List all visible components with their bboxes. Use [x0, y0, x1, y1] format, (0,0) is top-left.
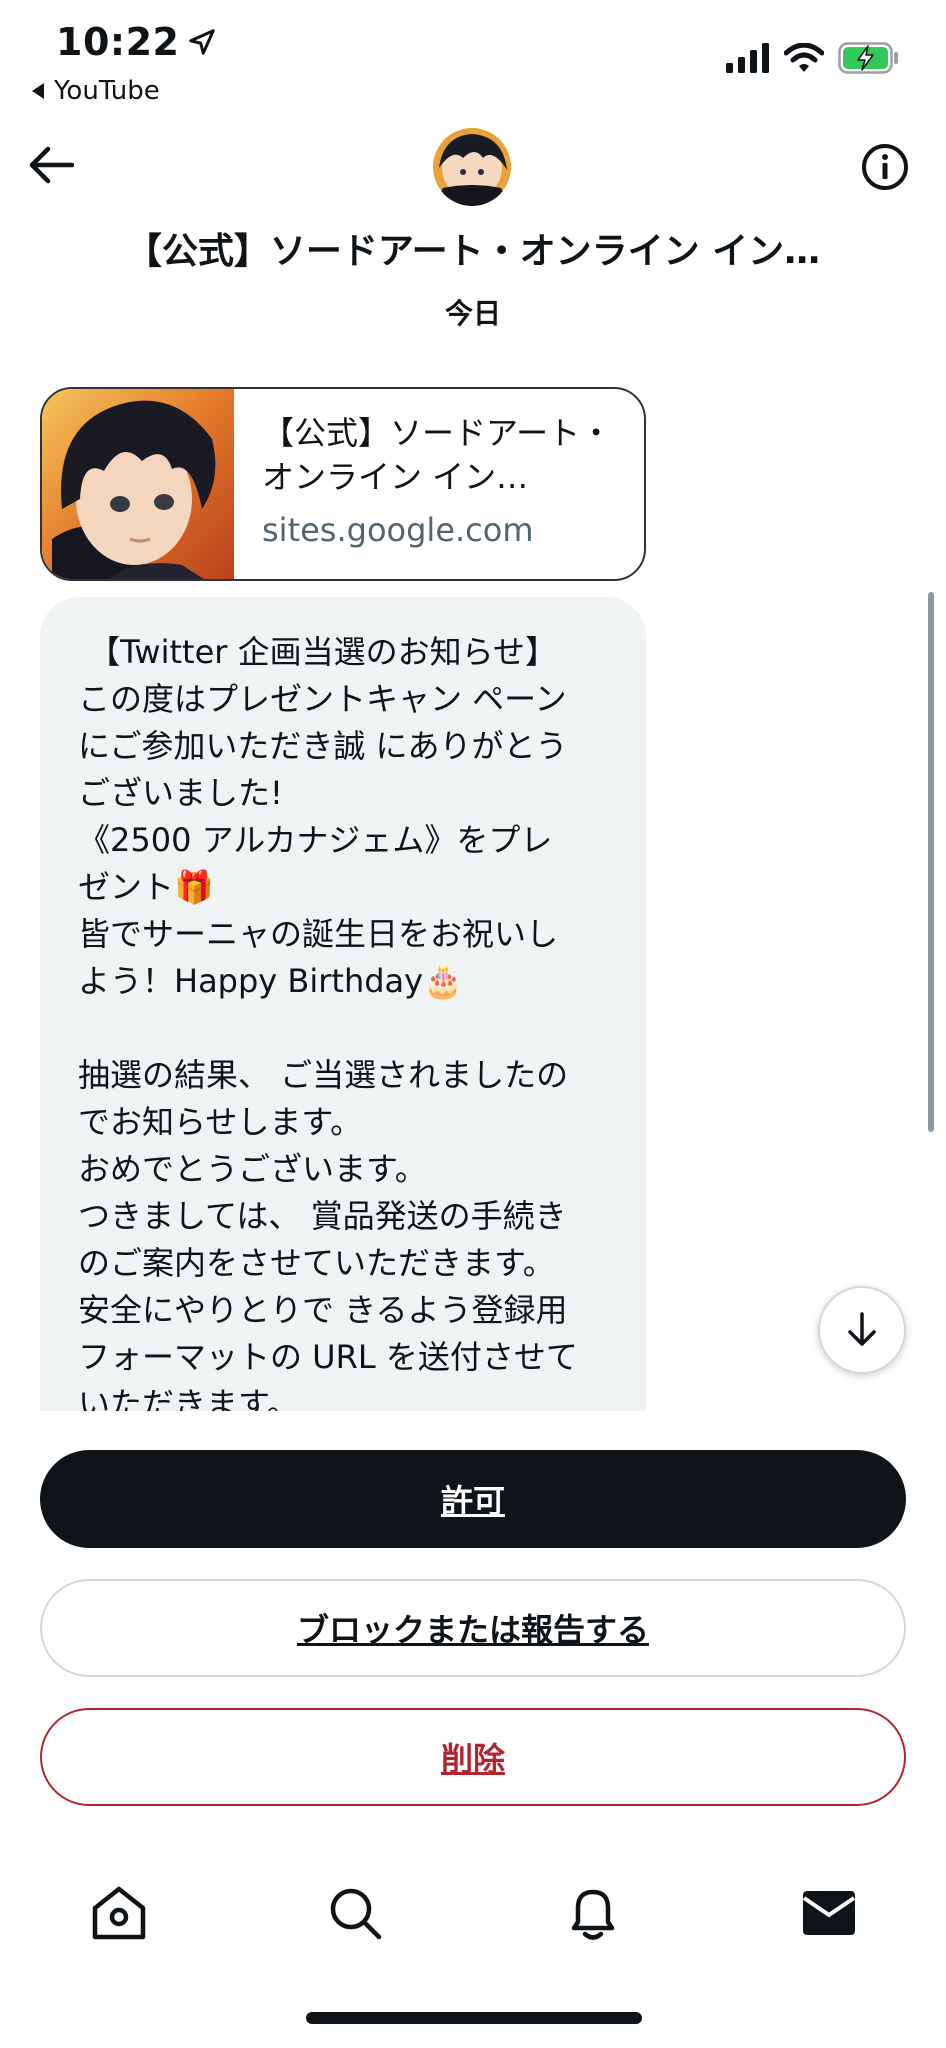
cellular-signal-icon	[726, 43, 769, 73]
link-text: 【公式】ソードアート・オンライン イン… sites.google.com	[234, 389, 644, 579]
search-icon	[330, 1888, 382, 1940]
tab-messages[interactable]	[794, 1878, 864, 1948]
status-time: 10:22	[56, 20, 217, 64]
home-icon	[92, 1886, 146, 1940]
arrow-down-icon	[848, 1312, 876, 1346]
home-indicator	[306, 2012, 642, 2024]
tab-home[interactable]	[84, 1878, 154, 1948]
location-arrow-icon	[189, 29, 216, 55]
messages-envelope-icon	[802, 1891, 856, 1935]
tab-notifications[interactable]	[558, 1878, 628, 1948]
link-thumbnail-image	[42, 389, 234, 579]
conversation-title[interactable]: 【公式】ソードアート・オンライン イン…	[0, 222, 946, 274]
link-domain: sites.google.com	[262, 511, 534, 549]
wifi-icon	[784, 43, 824, 72]
message-text: 【Twitter 企画当選のお知らせ】 この度はプレゼントキャン ペーン にご参…	[78, 633, 578, 1411]
link-preview-card[interactable]: 【公式】ソードアート・オンライン イン… sites.google.com	[40, 387, 646, 581]
link-title: 【公式】ソードアート・オンライン イン…	[262, 414, 613, 496]
back-button[interactable]	[24, 138, 78, 192]
status-time-text: 10:22	[56, 20, 180, 64]
delete-button[interactable]: 削除	[40, 1708, 906, 1806]
bottom-tab-bar	[0, 1868, 946, 1968]
status-icons	[726, 42, 900, 74]
back-to-app-link[interactable]: YouTube	[30, 76, 160, 106]
back-app-label: YouTube	[54, 76, 160, 106]
scrollbar[interactable]	[928, 592, 934, 1132]
battery-charging-icon	[838, 42, 898, 74]
conversation-avatar[interactable]	[433, 128, 511, 206]
message-bubble[interactable]: 【Twitter 企画当選のお知らせ】 この度はプレゼントキャン ペーン にご参…	[40, 597, 646, 1411]
date-separator: 今日	[444, 297, 501, 330]
notifications-bell-icon	[571, 1889, 615, 1940]
block-or-report-button[interactable]: ブロックまたは報告する	[40, 1579, 906, 1677]
avatar-image	[433, 128, 511, 206]
tab-search[interactable]	[320, 1878, 390, 1948]
info-button[interactable]	[858, 140, 912, 194]
back-triangle-icon	[32, 83, 44, 99]
info-icon	[862, 144, 908, 190]
back-arrow-icon	[29, 146, 74, 184]
link-thumbnail	[42, 389, 234, 579]
allow-button[interactable]: 許可	[40, 1450, 906, 1548]
scroll-to-bottom-button[interactable]	[818, 1286, 906, 1374]
